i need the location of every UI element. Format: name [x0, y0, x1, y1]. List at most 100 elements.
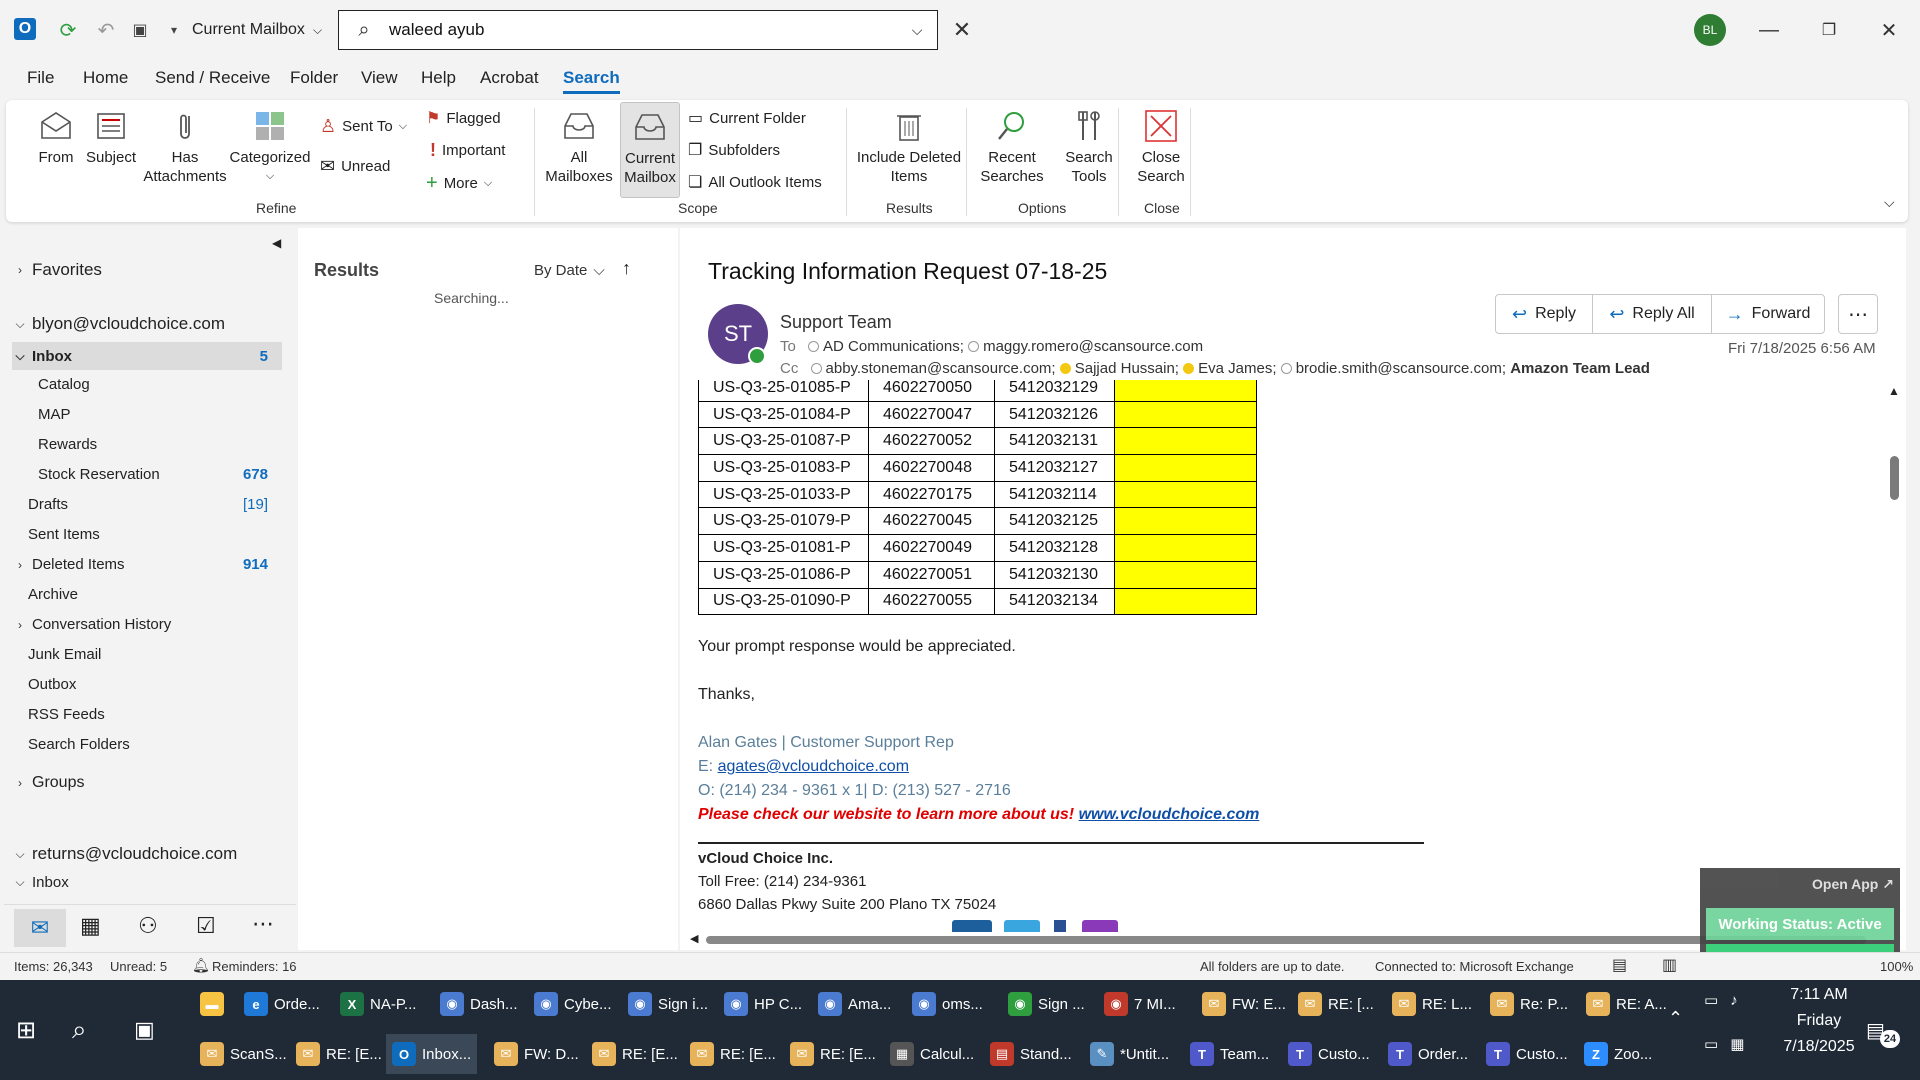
taskbar-app-button[interactable]: ✎ *Untit... — [1084, 1034, 1175, 1074]
sync-icon[interactable]: ⟳ — [54, 16, 82, 44]
important-button[interactable]: ! Important — [430, 140, 505, 161]
start-icon[interactable]: ⊞ — [16, 1010, 36, 1050]
more-apps-icon[interactable]: ⋯ — [252, 911, 274, 937]
subfolders-button[interactable]: ❐ Subfolders — [688, 140, 780, 160]
vertical-scrollbar[interactable]: ▲ — [1886, 384, 1902, 940]
tab-folder[interactable]: Folder — [290, 68, 338, 88]
taskbar-app-button[interactable]: ✉ RE: [E... — [684, 1034, 782, 1074]
nav-conversation-history[interactable]: › Conversation History — [12, 616, 282, 633]
task-view-icon[interactable]: ▣ — [134, 1010, 155, 1050]
current-mailbox-button[interactable]: Current Mailbox — [620, 102, 680, 198]
nav-account-returns[interactable]: ⌵ returns@vcloudchoice.com — [12, 844, 282, 864]
linkedin-icon[interactable] — [952, 920, 992, 932]
calendar-icon[interactable]: ▦ — [80, 913, 101, 939]
taskbar-app-button[interactable]: ◉ Cybe... — [528, 984, 618, 1024]
display-icon[interactable]: ▭ — [1704, 1035, 1718, 1053]
recipient[interactable]: maggy.romero@scansource.com — [983, 338, 1203, 355]
nav-drafts[interactable]: Drafts [19] — [12, 496, 282, 513]
sent-to-button[interactable]: ♙ Sent To ⌵ — [320, 116, 407, 137]
nav-deleted-items[interactable]: › Deleted Items 914 — [12, 556, 282, 573]
include-deleted-items-button[interactable]: Include Deleted Items — [856, 108, 962, 186]
tasks-icon[interactable]: ☑ — [196, 913, 216, 939]
nav-sent-items[interactable]: Sent Items — [12, 526, 282, 543]
categorized-button[interactable]: Categorized ⌵ — [228, 108, 312, 186]
nav-search-folders[interactable]: Search Folders — [12, 736, 282, 753]
taskbar-app-button[interactable]: ◉ Dash... — [434, 984, 524, 1024]
recipient[interactable]: Sajjad Hussain; — [1075, 360, 1179, 377]
taskbar-app-button[interactable]: ◉ Ama... — [812, 984, 897, 1024]
all-outlook-items-button[interactable]: ❏ All Outlook Items — [688, 172, 822, 192]
taskbar-app-button[interactable]: ◉ Sign ... — [1002, 984, 1091, 1024]
nav-map[interactable]: MAP — [12, 406, 282, 423]
network-icon[interactable]: ▦ — [1730, 1035, 1744, 1053]
reading-view-icon[interactable]: ▥ — [1662, 955, 1677, 975]
recent-searches-button[interactable]: Recent Searches — [972, 108, 1052, 186]
nav-junk-email[interactable]: Junk Email — [12, 646, 282, 663]
scrollbar-thumb[interactable] — [706, 936, 1866, 944]
taskbar-app-button[interactable]: ✉ RE: [E... — [290, 1034, 388, 1074]
battery-icon[interactable]: ▭ — [1704, 991, 1718, 1009]
instagram-icon[interactable] — [1082, 920, 1118, 932]
nav-stock-reservation[interactable]: Stock Reservation 678 — [12, 466, 282, 483]
taskbar-app-button[interactable]: ◉ oms... — [906, 984, 989, 1024]
taskbar-app-button[interactable]: T Team... — [1184, 1034, 1275, 1074]
taskbar-app-button[interactable]: ✉ RE: L... — [1386, 984, 1478, 1024]
search-options-chevron-icon[interactable]: ⌵ — [897, 22, 937, 39]
taskbar-app-button[interactable]: ▬ — [194, 984, 236, 1024]
minimize-icon[interactable]: — — [1744, 12, 1794, 48]
forward-button[interactable]: → Forward — [1711, 294, 1825, 334]
taskbar-app-button[interactable]: T Custo... — [1282, 1034, 1376, 1074]
search-tools-button[interactable]: Search Tools — [1054, 108, 1124, 186]
tab-help[interactable]: Help — [421, 68, 456, 88]
ribbon-collapse-icon[interactable]: ⌵ — [1884, 194, 1895, 211]
tab-acrobat[interactable]: Acrobat — [480, 68, 539, 88]
flagged-button[interactable]: ⚑ Flagged — [426, 108, 501, 128]
taskbar-app-button[interactable]: T Custo... — [1480, 1034, 1574, 1074]
working-status-badge[interactable]: Working Status: Active — [1706, 908, 1894, 940]
taskbar-app-button[interactable]: e Orde... — [238, 984, 326, 1024]
taskbar-app-button[interactable]: ✉ RE: [... — [1292, 984, 1380, 1024]
quick-access-icon[interactable]: ▣ — [126, 16, 154, 44]
taskbar-app-button[interactable]: ✉ RE: [E... — [784, 1034, 882, 1074]
taskbar-app-button[interactable]: O Inbox... — [386, 1034, 478, 1074]
taskbar-app-button[interactable]: ▤ Stand... — [984, 1034, 1078, 1074]
nav-catalog[interactable]: Catalog — [12, 376, 282, 393]
open-app-link[interactable]: Open App ↗ — [1812, 876, 1894, 893]
nav-account-blyon[interactable]: ⌵ blyon@vcloudchoice.com — [12, 314, 282, 334]
close-window-icon[interactable]: ✕ — [1864, 12, 1914, 48]
subject-button[interactable]: Subject — [78, 108, 144, 167]
signature-email-link[interactable]: agates@vcloudchoice.com — [718, 758, 909, 775]
normal-view-icon[interactable]: ▤ — [1612, 955, 1627, 975]
volume-icon[interactable]: ♪ — [1730, 992, 1738, 1009]
reply-all-button[interactable]: ↩ Reply All — [1592, 294, 1712, 334]
nav-inbox-returns[interactable]: ⌵ Inbox — [12, 874, 282, 891]
sort-by-dropdown[interactable]: By Date ⌵ — [534, 262, 605, 279]
twitter-icon[interactable] — [1004, 920, 1040, 932]
taskbar-app-button[interactable]: ◉ HP C... — [718, 984, 808, 1024]
scroll-left-icon[interactable]: ◀ — [690, 932, 698, 945]
clear-search-icon[interactable]: ✕ — [944, 12, 980, 48]
taskbar-app-button[interactable]: ✉ RE: [E... — [586, 1034, 684, 1074]
tab-send-receive[interactable]: Send / Receive — [155, 68, 270, 88]
tray-chevron-icon[interactable]: ⌃ — [1668, 998, 1683, 1038]
taskbar-app-button[interactable]: X NA-P... — [334, 984, 422, 1024]
taskbar-app-button[interactable]: ✉ ScanS... — [194, 1034, 293, 1074]
recipient[interactable]: Amazon Team Lead — [1510, 360, 1650, 377]
nav-favorites[interactable]: › Favorites — [12, 260, 282, 280]
scrollbar-thumb[interactable] — [1890, 456, 1899, 500]
search-scope-dropdown[interactable]: Current Mailbox ⌵ — [192, 12, 332, 48]
more-button[interactable]: + More ⌵ — [426, 172, 492, 195]
restore-icon[interactable]: ❐ — [1804, 12, 1854, 48]
nav-groups[interactable]: › Groups — [12, 774, 282, 792]
taskbar-app-button[interactable]: ✉ FW: E... — [1196, 984, 1292, 1024]
nav-rewards[interactable]: Rewards — [12, 436, 282, 453]
taskbar-app-button[interactable]: ◉ Sign i... — [622, 984, 714, 1024]
current-folder-button[interactable]: ▭ Current Folder — [688, 108, 806, 128]
taskbar-app-button[interactable]: ✉ FW: D... — [488, 1034, 585, 1074]
nav-outbox[interactable]: Outbox — [12, 676, 282, 693]
recipient[interactable]: AD Communications; — [823, 338, 964, 355]
collapse-pane-icon[interactable]: ◀ — [272, 236, 281, 250]
search-input[interactable]: ⌕ waleed ayub ⌵ — [338, 10, 938, 50]
scroll-up-icon[interactable]: ▲ — [1888, 384, 1900, 398]
people-icon[interactable]: ⚇ — [138, 913, 158, 939]
